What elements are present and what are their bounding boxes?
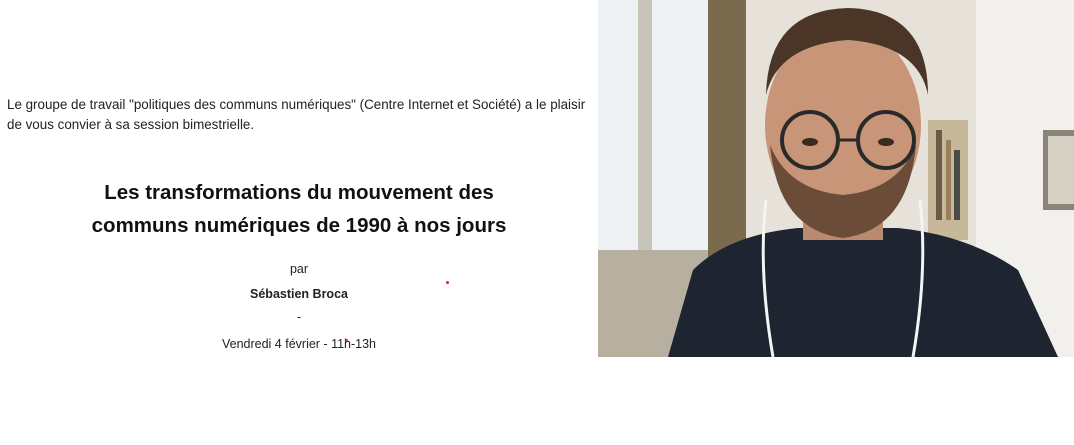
shared-slide: Le groupe de travail "politiques des com… (0, 0, 598, 445)
video-frame (598, 0, 1074, 357)
participant-video-feed[interactable] (598, 0, 1074, 357)
slide-speaker-name: Sébastien Broca (250, 287, 348, 301)
slide-title-line-2: communs numériques de 1990 à nos jours (91, 214, 507, 237)
slide-by-label: par (289, 262, 309, 276)
slide-separator: - (296, 310, 302, 324)
red-dot-mark (446, 281, 449, 284)
red-dot-mark (345, 339, 348, 342)
slide-date-time: Vendredi 4 février - 11h-13h (221, 337, 377, 351)
slide-title-line-1: Les transformations du mouvement des (104, 181, 494, 204)
slide-title: Les transformations du mouvement des com… (0, 176, 598, 242)
slide-intro-text: Le groupe de travail "politiques des com… (7, 97, 586, 132)
